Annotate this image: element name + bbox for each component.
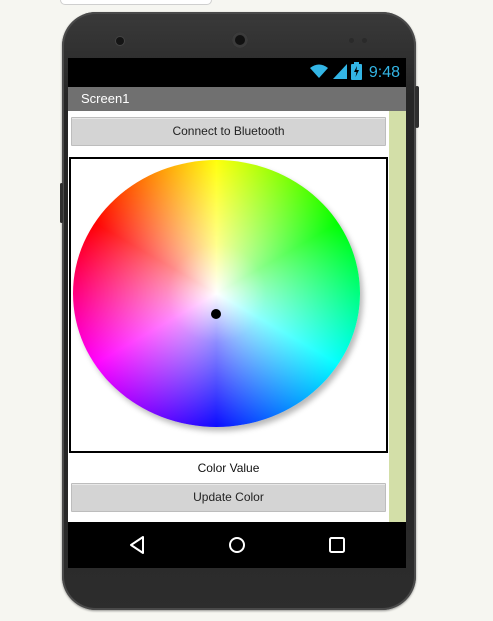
power-button	[415, 86, 419, 128]
screen-title: Screen1	[81, 91, 130, 106]
wifi-icon	[309, 63, 329, 84]
color-wheel-canvas[interactable]	[69, 157, 388, 453]
home-icon[interactable]	[225, 533, 249, 557]
signal-icon	[332, 63, 347, 84]
status-bar: 9:48	[68, 58, 406, 87]
navigation-bar	[68, 522, 406, 568]
recents-icon[interactable]	[325, 533, 349, 557]
volume-button	[60, 183, 63, 223]
color-picker-dot[interactable]	[211, 309, 221, 319]
connect-bluetooth-button[interactable]: Connect to Bluetooth	[71, 117, 386, 146]
front-camera	[116, 37, 124, 45]
phone-screen: 9:48 Screen1 Connect to Bluetooth Color …	[68, 58, 406, 568]
scrollbar-track[interactable]	[389, 111, 406, 522]
proximity-sensor	[349, 38, 354, 43]
light-sensor	[362, 38, 367, 43]
top-tab	[60, 0, 212, 5]
color-wheel[interactable]	[73, 160, 360, 427]
color-value-label: Color Value	[197, 461, 260, 475]
battery-charging-icon	[350, 61, 362, 85]
update-color-button[interactable]: Update Color	[71, 483, 386, 512]
status-clock: 9:48	[368, 64, 400, 81]
earpiece-speaker	[232, 32, 248, 48]
screen-content: Connect to Bluetooth Color Value Update …	[68, 111, 406, 522]
back-icon[interactable]	[126, 533, 150, 557]
screen-title-bar: Screen1	[68, 87, 406, 111]
